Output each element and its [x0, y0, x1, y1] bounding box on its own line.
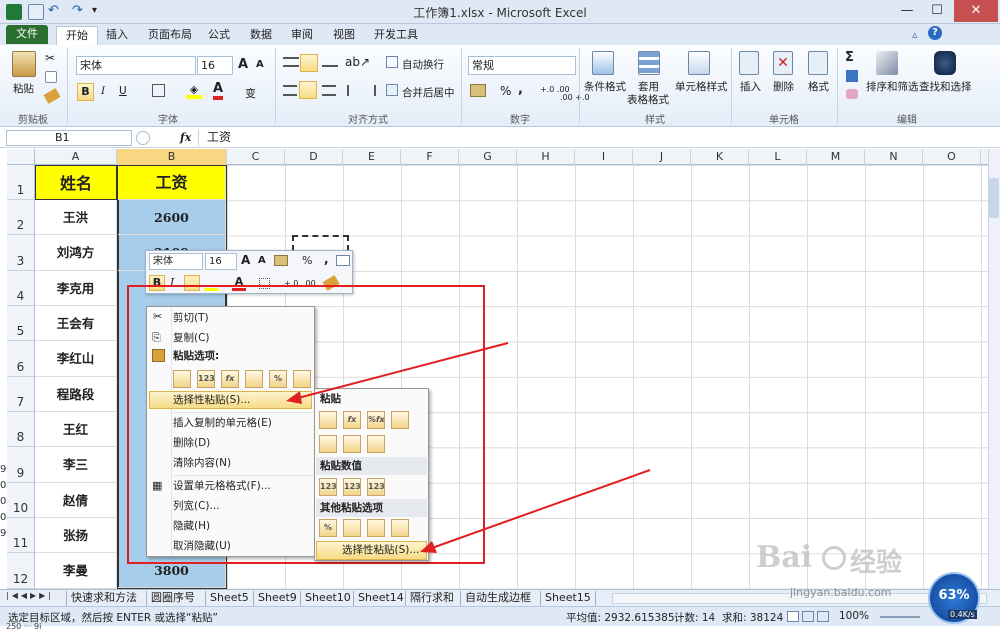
status-sum: 求和: 38124	[722, 612, 784, 624]
sheet-tab-5[interactable]: Sheet10	[300, 591, 355, 606]
sheet-tab-1[interactable]: 快速求和方法	[66, 591, 141, 606]
sheet-tab-6[interactable]: Sheet14	[353, 591, 408, 606]
baidu-logo-text: Bai	[756, 540, 813, 575]
sheet-tab-7[interactable]: 隔行求和	[405, 591, 458, 606]
normal-view-icon[interactable]	[787, 611, 799, 622]
page-layout-view-icon[interactable]	[802, 611, 814, 622]
sheet-nav-icon[interactable]: |◀◀▶▶|	[6, 591, 54, 600]
sheet-tab-2[interactable]: 圆圈序号	[146, 591, 199, 606]
baidu-logo-text-2: 经验	[850, 548, 903, 578]
sheet-tab-9[interactable]: Sheet15	[540, 591, 596, 606]
status-bar: 选定目标区域，然后按 ENTER 或选择“粘贴” 平均值: 2932.61538…	[0, 606, 1000, 626]
status-count: 计数: 14	[674, 612, 716, 624]
network-speed: 0.4K/s	[948, 610, 977, 619]
annotation-arrows	[286, 342, 651, 553]
baidu-paw-icon	[822, 546, 846, 570]
arrow-head-2	[420, 541, 437, 553]
sheet-tab-4[interactable]: Sheet9	[253, 591, 301, 606]
bottom-edge-text: 250 ··· 9i	[6, 622, 42, 631]
zoom-level[interactable]: 100%	[839, 610, 869, 622]
arrow-line-2	[431, 469, 651, 549]
zoom-slider[interactable]	[880, 616, 920, 618]
sheet-tab-3[interactable]: Sheet5	[205, 591, 253, 606]
sheet-tab-8[interactable]: 自动生成边框	[460, 591, 535, 606]
arrow-line-1	[297, 342, 509, 399]
page-break-view-icon[interactable]	[817, 611, 829, 622]
watermark-url: jingyan.baidu.com	[790, 586, 892, 599]
status-average: 平均值: 2932.615385	[566, 612, 675, 624]
arrow-head-1	[286, 391, 302, 404]
